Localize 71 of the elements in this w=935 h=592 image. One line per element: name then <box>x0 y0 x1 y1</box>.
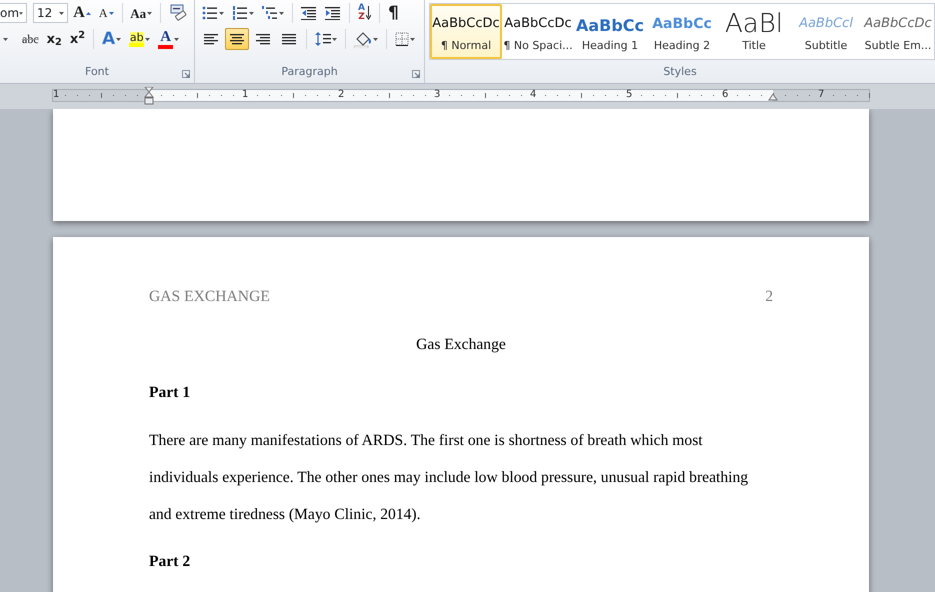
document-title: Gas Exchange <box>416 336 506 354</box>
font-name-value: om <box>0 5 20 22</box>
ruler-number: 4 <box>530 89 536 101</box>
style-gallery-item[interactable]: AaBl Title <box>718 4 790 59</box>
body-paragraph: There are many manifestations of ARDS. The first one is shortness of breath which most individuals experience. The other ones may include low blood pressure, unusual rapid breathing and extreme tiredness (Mayo Clinic, 2014). <box>149 430 750 525</box>
increase-indent-icon <box>325 6 341 20</box>
text-effects-button[interactable]: A <box>99 28 124 50</box>
caret-icon <box>410 38 415 40</box>
style-gallery-item[interactable]: AaBbCc Heading 1 <box>574 4 646 59</box>
caret-up-icon <box>86 12 91 14</box>
caret-icon <box>332 38 337 40</box>
style-gallery-item[interactable]: AaBbCcDc ¶ Normal <box>430 4 502 59</box>
align-left-icon <box>204 33 218 45</box>
borders-icon <box>395 32 409 46</box>
subscript-button[interactable]: x$_{2}$ <box>44 28 65 50</box>
style-gallery-item[interactable]: AaBbCcDc ¶ No Spaci... <box>502 4 574 59</box>
caret-icon <box>373 38 378 40</box>
numbered-list-icon <box>232 6 248 20</box>
font-size-value: 12 <box>37 5 52 22</box>
dialog-launcher-icon <box>412 70 420 78</box>
style-gallery-item[interactable]: AaBbCcDc Subtle Em... <box>862 4 934 59</box>
caret-icon <box>145 38 150 40</box>
font-color-button[interactable]: A <box>155 28 182 50</box>
font-size-field[interactable]: 12 <box>33 3 68 23</box>
page-number: 2 <box>765 287 773 307</box>
caret-icon <box>116 38 122 40</box>
shrink-font-button[interactable]: A <box>96 2 116 24</box>
caret-icon <box>59 12 64 14</box>
caret-icon <box>19 12 23 14</box>
ruler-number: 5 <box>626 89 632 101</box>
eraser-icon <box>168 4 187 22</box>
show-formatting-button[interactable]: ¶ <box>384 2 402 24</box>
caret-icon <box>3 38 8 40</box>
decrease-indent-icon <box>301 6 317 20</box>
bullet-list-icon <box>202 6 218 20</box>
section-heading: Part 2 <box>149 552 190 572</box>
multilevel-list-icon <box>262 6 278 20</box>
style-gallery-item[interactable]: AaBbCcl Subtitle <box>790 4 862 59</box>
align-right-icon <box>256 33 270 45</box>
down-arrow-icon <box>366 6 371 20</box>
caret-icon <box>174 38 180 40</box>
ruler-number: 2 <box>338 89 344 101</box>
ruler-number: 1 <box>242 89 248 101</box>
justify-icon <box>282 33 296 45</box>
line-spacing-icon <box>315 31 331 47</box>
section-heading: Part 1 <box>149 383 190 404</box>
indent-marker-icon <box>768 94 778 102</box>
font-name-field[interactable]: om <box>0 3 27 23</box>
style-gallery-item[interactable]: AaBbCc Heading 2 <box>646 4 718 59</box>
superscript-button[interactable]: x$^{2}$ <box>66 28 88 50</box>
caret-down-icon <box>108 12 114 14</box>
ruler-number: 3 <box>434 89 440 101</box>
grow-font-button[interactable]: A <box>70 2 94 24</box>
caret-icon <box>219 12 224 14</box>
ruler-number: 1 <box>53 89 60 101</box>
page-header-title: GAS EXCHANGE <box>149 287 270 307</box>
change-case-button[interactable]: Aa <box>127 2 156 24</box>
caret-icon <box>279 12 284 14</box>
sort-button[interactable]: A Z <box>355 2 374 24</box>
dialog-launcher-icon <box>182 70 190 78</box>
highlight-button[interactable]: ab <box>126 28 154 50</box>
group-label: Styles <box>662 64 698 80</box>
align-center-icon <box>230 33 244 45</box>
ruler-number: 7 <box>818 89 824 101</box>
align-center-button[interactable] <box>225 28 249 50</box>
paint-bucket-icon <box>354 30 372 48</box>
group-label: Font <box>84 64 110 80</box>
caret-icon <box>249 12 254 14</box>
ruler-number: 6 <box>722 89 728 101</box>
caret-icon <box>147 12 152 14</box>
group-label: Paragraph <box>280 64 339 80</box>
